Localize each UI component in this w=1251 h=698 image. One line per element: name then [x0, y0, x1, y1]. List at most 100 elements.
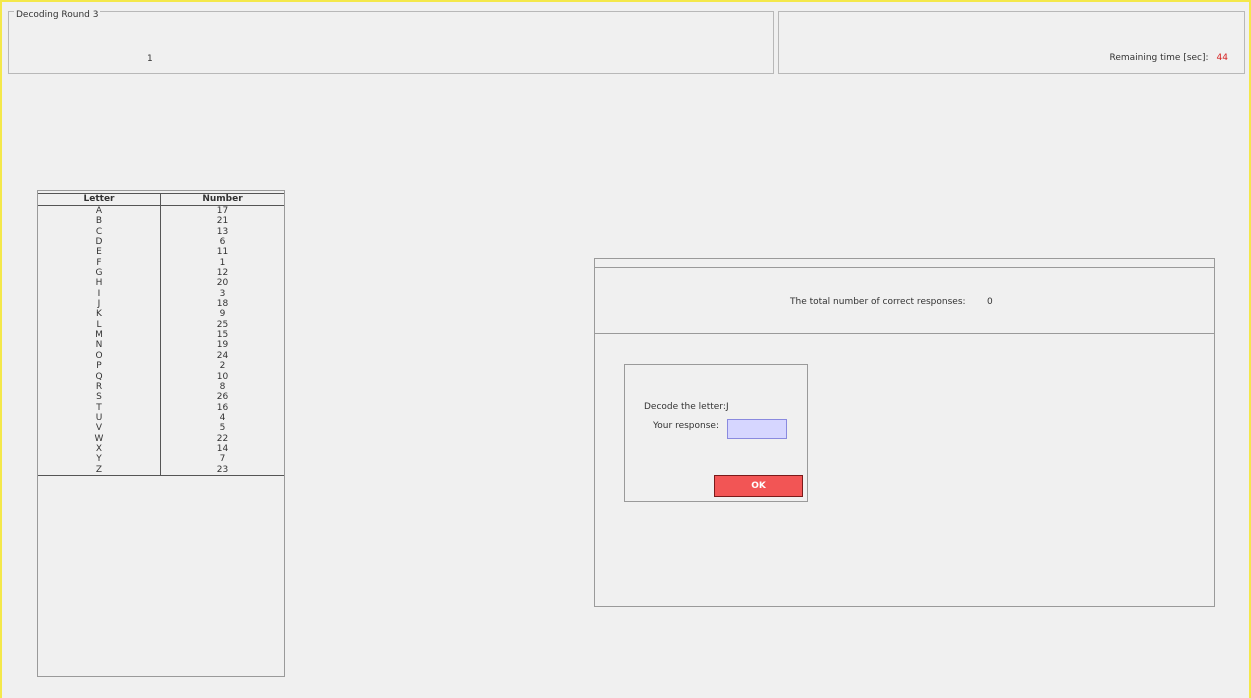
- code-table-row: S 26: [38, 392, 284, 403]
- code-number-cell: 15: [216, 330, 229, 341]
- code-letter-cell: H: [38, 278, 161, 289]
- code-letter-cell: Z: [38, 464, 161, 476]
- code-table-row: C 13: [38, 226, 284, 238]
- code-letter-cell: A: [38, 205, 161, 217]
- round-panel: Decoding Round 3 1: [8, 10, 774, 74]
- timer-panel: Remaining time [sec]: 44: [778, 11, 1245, 74]
- code-letter-cell: C: [38, 226, 161, 238]
- code-number-cell: 4: [219, 412, 226, 423]
- code-table-row: E 11: [38, 247, 284, 258]
- code-number-cell: 8: [219, 381, 226, 392]
- code-table-row: O 24: [38, 350, 284, 362]
- code-letter-cell: L: [38, 319, 161, 331]
- code-letter-cell: I: [38, 288, 161, 300]
- code-number-cell: 13: [216, 226, 229, 237]
- decode-prompt-label: Decode the letter:: [644, 402, 726, 412]
- code-letter-cell: D: [38, 237, 161, 248]
- code-letter-cell: T: [38, 402, 161, 413]
- round-number: 1: [147, 54, 153, 64]
- code-number-cell: 10: [216, 371, 229, 382]
- code-number-cell: 5: [219, 423, 226, 434]
- code-number-cell: 21: [216, 216, 229, 227]
- column-header-letter: Letter: [38, 193, 161, 206]
- window-border-top: [0, 0, 1251, 2]
- code-letter-cell: J: [38, 299, 161, 310]
- code-table-row: P2: [38, 361, 284, 372]
- code-table-row: Q 10: [38, 371, 284, 382]
- response-label: Your response:: [653, 421, 719, 431]
- code-letter-cell: F: [38, 257, 161, 269]
- code-number-cell: 22: [216, 433, 229, 444]
- code-letter-cell: W: [38, 433, 161, 444]
- column-header-number: Number: [160, 193, 284, 206]
- code-number-cell: 9: [219, 309, 226, 320]
- code-table-row: K9: [38, 309, 284, 320]
- code-number-cell: 23: [160, 464, 284, 476]
- code-table-row: D6: [38, 237, 284, 248]
- code-number-cell: 24: [216, 350, 229, 361]
- correct-responses-label: The total number of correct responses:: [790, 297, 966, 307]
- code-number-cell: 19: [216, 340, 229, 351]
- code-table-panel: Letter Number A 17 B 21 C 13 D 6 E 11 F 1 G 12 H 20 I 3 J 1…: [37, 190, 285, 677]
- code-letter-cell: S: [38, 392, 161, 403]
- code-letter-cell: Y: [38, 454, 161, 465]
- code-table-row: U4: [38, 412, 284, 424]
- code-number-cell: 18: [216, 299, 229, 310]
- code-number-cell: 7: [219, 454, 226, 465]
- window-border-left: [0, 0, 2, 698]
- round-legend: Decoding Round 3: [14, 10, 101, 20]
- code-table-row: L 25: [38, 319, 284, 331]
- result-top-strip: [595, 259, 1214, 268]
- result-panel: The total number of correct responses: 0…: [594, 258, 1215, 607]
- code-letter-cell: V: [38, 423, 161, 434]
- ok-button[interactable]: OK: [714, 475, 803, 497]
- code-letter-cell: P: [38, 361, 161, 372]
- timer-readout: Remaining time [sec]: 44: [1109, 53, 1228, 63]
- code-table: Letter Number A 17 B 21 C 13 D 6 E 11 F 1 G 12 H 20 I 3 J 1…: [38, 193, 284, 476]
- code-table-row: M 15: [38, 330, 284, 341]
- timer-label: Remaining time [sec]:: [1109, 53, 1209, 63]
- correct-responses-section: The total number of correct responses: 0: [595, 268, 1214, 334]
- code-number-cell: 25: [216, 319, 229, 330]
- decode-letter: J: [726, 402, 729, 412]
- response-input[interactable]: [727, 419, 787, 439]
- code-letter-cell: G: [38, 268, 161, 279]
- decode-form: Decode the letter: J Your response: OK: [624, 364, 808, 502]
- correct-responses-value: 0: [987, 297, 993, 307]
- code-letter-cell: K: [38, 309, 161, 320]
- code-letter-cell: N: [38, 340, 161, 351]
- code-letter-cell: X: [38, 443, 161, 455]
- code-letter-cell: E: [38, 247, 161, 258]
- code-table-row: X 14: [38, 443, 284, 455]
- code-number-cell: 3: [219, 288, 226, 299]
- code-table-row: W 22: [38, 433, 284, 444]
- code-table-row: T 16: [38, 402, 284, 413]
- code-table-row: N 19: [38, 340, 284, 351]
- code-table-header: Letter Number: [38, 193, 284, 206]
- code-number-cell: 11: [216, 247, 229, 258]
- code-number-cell: 16: [216, 402, 229, 413]
- code-table-row: G 12: [38, 268, 284, 279]
- code-table-row: J 18: [38, 299, 284, 310]
- code-table-row: I3: [38, 288, 284, 300]
- code-table-row: Z 23: [38, 464, 284, 476]
- code-letter-cell: O: [38, 350, 161, 362]
- code-table-row: Y7: [38, 454, 284, 465]
- code-table-row: A 17: [38, 205, 284, 217]
- code-number-cell: 17: [216, 206, 229, 216]
- code-table-row: R8: [38, 381, 284, 393]
- code-table-row: F1: [38, 257, 284, 269]
- code-number-cell: 14: [216, 443, 229, 454]
- code-letter-cell: M: [38, 330, 161, 341]
- code-number-cell: 6: [219, 237, 226, 248]
- code-number-cell: 1: [219, 257, 226, 268]
- code-letter-cell: R: [38, 381, 161, 393]
- code-number-cell: 20: [216, 278, 229, 289]
- code-number-cell: 12: [216, 268, 229, 279]
- code-table-row: H 20: [38, 278, 284, 289]
- code-letter-cell: U: [38, 412, 161, 424]
- code-number-cell: 2: [219, 361, 226, 372]
- timer-value: 44: [1216, 53, 1228, 63]
- code-letter-cell: Q: [38, 371, 161, 382]
- code-table-row: B 21: [38, 216, 284, 227]
